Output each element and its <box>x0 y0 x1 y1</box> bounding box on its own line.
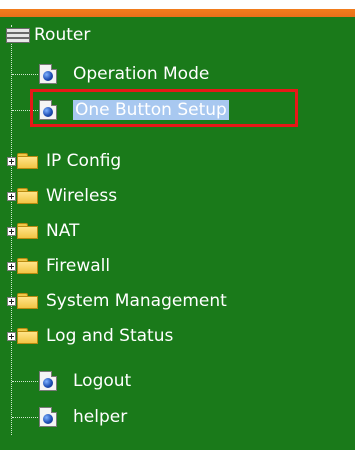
plus-expander-icon[interactable] <box>7 227 16 236</box>
folder-icon <box>16 257 40 275</box>
folder-icon <box>16 292 40 310</box>
tree-item-label: NAT <box>46 221 80 241</box>
tree-item-label: Log and Status <box>46 326 174 346</box>
tree-item-label: helper <box>73 407 128 427</box>
page-globe-icon <box>39 407 57 427</box>
tree-folder-firewall[interactable]: Firewall <box>16 248 110 284</box>
tree-folder-ip-config[interactable]: IP Config <box>16 143 121 179</box>
tree-folder-system-management[interactable]: System Management <box>16 283 227 319</box>
tree-item-label: Firewall <box>46 256 111 276</box>
navigation-tree: Router Operation Mode One Button Setup I… <box>0 17 355 450</box>
plus-expander-icon[interactable] <box>7 192 16 201</box>
tree-item-label: Logout <box>73 371 132 391</box>
tree-line-logout <box>12 381 38 382</box>
top-orange-bar <box>0 0 355 17</box>
tree-root-label: Router <box>34 25 91 45</box>
tree-item-label: IP Config <box>46 151 122 171</box>
page-globe-icon <box>39 64 57 84</box>
plus-expander-icon[interactable] <box>7 297 16 306</box>
tree-item-label: Operation Mode <box>73 64 210 84</box>
folder-icon <box>16 187 40 205</box>
tree-item-logout[interactable]: Logout <box>39 363 131 399</box>
folder-icon <box>16 152 40 170</box>
router-icon <box>4 26 30 44</box>
tree-folder-log-and-status[interactable]: Log and Status <box>16 318 173 354</box>
plus-expander-icon[interactable] <box>7 332 16 341</box>
selection-highlight-box <box>30 89 298 127</box>
tree-item-label: System Management <box>46 291 227 311</box>
folder-icon <box>16 327 40 345</box>
tree-folder-nat[interactable]: NAT <box>16 213 79 249</box>
plus-expander-icon[interactable] <box>7 157 16 166</box>
tree-item-helper[interactable]: helper <box>39 399 127 435</box>
page-globe-icon <box>39 371 57 391</box>
folder-icon <box>16 222 40 240</box>
tree-line-helper <box>12 417 38 418</box>
tree-folder-wireless[interactable]: Wireless <box>16 178 117 214</box>
tree-line-operation-mode <box>12 74 38 75</box>
tree-item-operation-mode[interactable]: Operation Mode <box>39 56 209 92</box>
plus-expander-icon[interactable] <box>7 262 16 271</box>
tree-item-label: Wireless <box>46 186 118 206</box>
tree-root-router[interactable]: Router <box>4 17 90 53</box>
